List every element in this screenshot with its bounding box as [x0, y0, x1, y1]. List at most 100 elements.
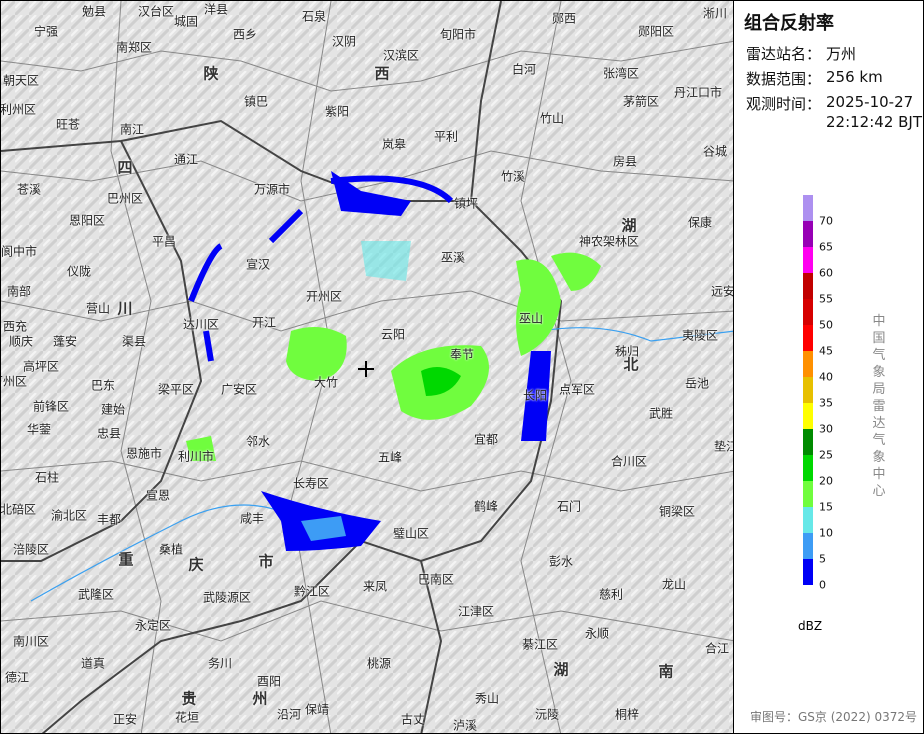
province-label: 庆 — [188, 555, 204, 574]
place-label: 朝天区 — [2, 73, 40, 88]
place-label: 武胜 — [648, 406, 674, 421]
place-label: 彭水 — [548, 554, 574, 569]
place-label: 巴东 — [90, 378, 116, 393]
place-label: 五峰 — [377, 450, 403, 465]
place-label: 永顺 — [584, 626, 610, 641]
place-label: 花垣 — [174, 710, 200, 725]
place-label: 平利 — [433, 129, 459, 144]
legend-swatch — [803, 377, 813, 403]
place-label: 北碚区 — [0, 502, 37, 517]
legend-tick: 5 — [819, 552, 826, 566]
place-label: 保康 — [687, 215, 713, 230]
place-label: 正安 — [112, 712, 138, 727]
place-label: 郧阳区 — [637, 24, 675, 39]
place-label: 邻水 — [245, 434, 271, 449]
place-label: 忠县 — [96, 426, 122, 441]
place-label: 万州区 — [1, 374, 28, 389]
place-label: 宣恩 — [145, 488, 171, 503]
province-label: 西 — [374, 64, 390, 83]
place-label: 开州区 — [305, 289, 343, 304]
province-label: 重 — [118, 550, 134, 569]
province-label: 湖 — [621, 216, 637, 235]
range-row: 数据范围： 256 km — [746, 68, 883, 89]
place-label: 张湾区 — [602, 66, 640, 81]
place-label: 镇坪 — [453, 196, 479, 211]
place-label: 江津区 — [457, 604, 495, 619]
place-label: 宁强 — [33, 24, 59, 39]
unit-label: dBZ — [798, 619, 823, 633]
province-label: 南 — [658, 662, 674, 681]
time-label: 观测时间： — [746, 95, 822, 113]
date-value: 2025-10-27 — [826, 93, 914, 111]
province-label: 川 — [117, 299, 133, 318]
place-label: 夷陵区 — [681, 328, 719, 343]
place-label: 通江 — [173, 152, 199, 167]
place-label: 竹溪 — [500, 169, 526, 184]
place-label: 来凤 — [362, 579, 388, 594]
place-label: 勉县 — [81, 4, 107, 19]
legend-tick: 55 — [819, 292, 833, 306]
place-label: 沅陵 — [534, 707, 560, 722]
legend-swatch — [803, 429, 813, 455]
place-label: 紫阳 — [324, 104, 350, 119]
place-label: 秀山 — [474, 691, 500, 706]
place-label: 城固 — [173, 14, 199, 29]
place-label: 恩阳区 — [68, 213, 106, 228]
place-label: 平昌 — [151, 234, 177, 249]
place-label: 桑植 — [158, 542, 184, 557]
credit-text: 中国气象局雷达气象中心 — [872, 314, 886, 499]
legend-tick: 15 — [819, 500, 833, 514]
place-label: 竹山 — [539, 111, 565, 126]
legend-swatch — [803, 533, 813, 559]
radar-map[interactable]: 宁强 勉县 汉台区 城固 洋县 石泉 西乡 南郑区 汉阴 汉滨区 旬阳市 郧西 郧阳区 淅川 白河 张湾区 丹江… — [0, 0, 734, 734]
legend-swatch — [803, 559, 813, 585]
place-label: 道真 — [80, 656, 106, 671]
place-label: 苍溪 — [16, 182, 42, 197]
legend-swatch — [803, 325, 813, 351]
place-label: 恩施市 — [125, 446, 163, 461]
place-label: 巫溪 — [440, 250, 466, 265]
legend-swatch — [803, 481, 813, 507]
place-label: 前锋区 — [32, 399, 70, 414]
range-value: 256 km — [826, 68, 883, 86]
place-label: 铜梁区 — [658, 504, 696, 519]
place-label: 保靖 — [304, 702, 330, 717]
province-label: 北 — [623, 355, 639, 374]
place-label: 点军区 — [558, 382, 596, 397]
place-label: 古丈 — [400, 712, 426, 727]
place-label: 长阳 — [522, 388, 548, 403]
station-value: 万州 — [826, 45, 857, 63]
place-label: 巫山 — [518, 311, 544, 326]
place-label: 南部 — [6, 284, 32, 299]
place-label: 巴州区 — [106, 191, 144, 206]
legend-swatch — [803, 221, 813, 247]
place-label: 汉台区 — [137, 4, 175, 19]
legend-tick: 70 — [819, 214, 833, 228]
place-label: 开江 — [251, 315, 277, 330]
range-label: 数据范围： — [746, 70, 822, 88]
place-label: 白河 — [511, 62, 537, 77]
province-label: 湖 — [553, 660, 569, 679]
place-label: 梁平区 — [157, 382, 195, 397]
place-label: 华蓥 — [26, 422, 52, 437]
place-label: 旺苍 — [55, 117, 81, 132]
place-label: 永定区 — [134, 618, 172, 633]
province-label: 州 — [252, 689, 268, 708]
time-value: 22:12:42 BJT — [826, 113, 923, 131]
legend-swatch — [803, 247, 813, 273]
place-label: 鹤峰 — [473, 499, 499, 514]
province-label: 市 — [258, 552, 274, 571]
place-label: 长寿区 — [292, 476, 330, 491]
place-label: 淅川 — [702, 6, 728, 21]
place-label: 丹江口市 — [673, 85, 723, 100]
legend-swatch — [803, 455, 813, 481]
place-label: 广安区 — [220, 382, 258, 397]
place-label: 渠县 — [121, 334, 147, 349]
legend-tick: 45 — [819, 344, 833, 358]
legend-tick: 60 — [819, 266, 833, 280]
legend-tick: 30 — [819, 422, 833, 436]
place-label: 南郑区 — [115, 40, 153, 55]
place-label: 合川区 — [610, 454, 648, 469]
place-label: 高坪区 — [22, 359, 60, 374]
legend-tick: 40 — [819, 370, 833, 384]
